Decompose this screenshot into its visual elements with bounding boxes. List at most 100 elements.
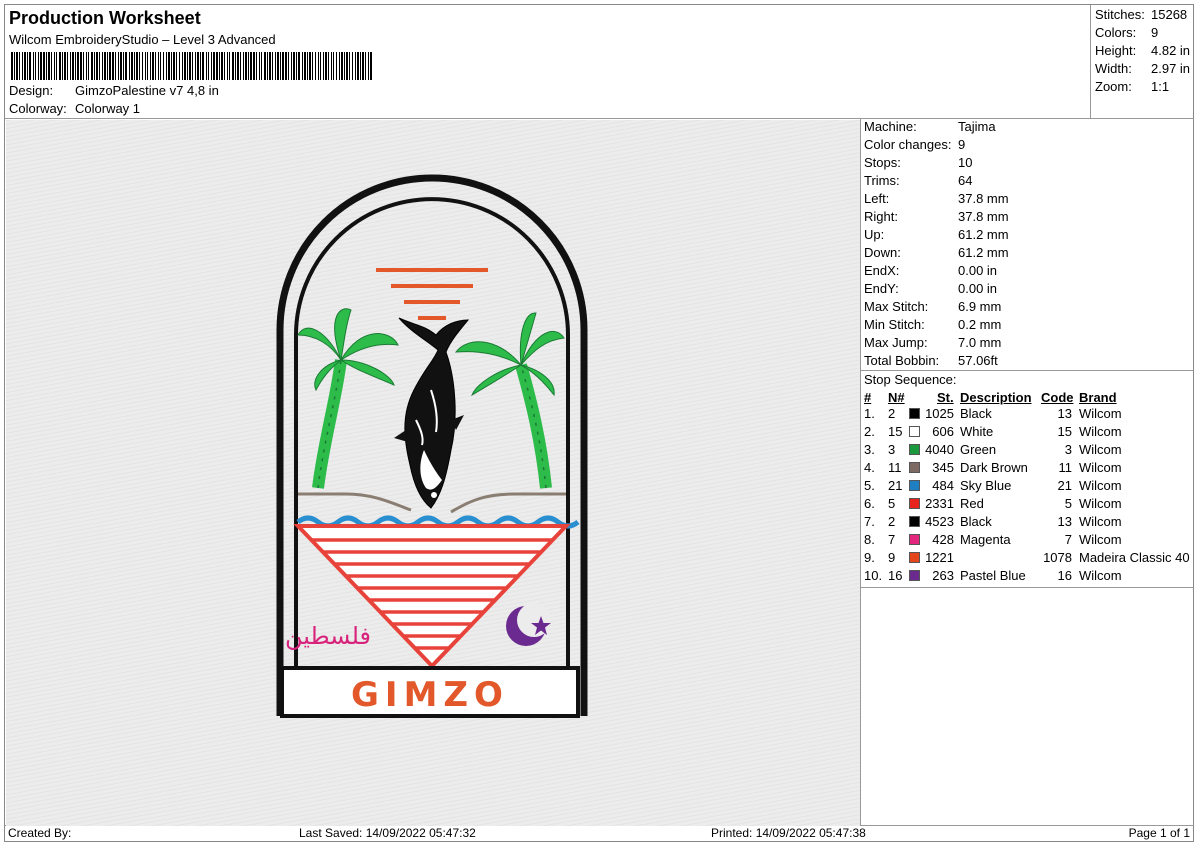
- zoom-label: Zoom:: [1095, 79, 1132, 94]
- machine-row: Stops: 10: [864, 155, 972, 170]
- machine-label: Max Jump:: [864, 335, 928, 350]
- sequence-row: 5. 21 484 Sky Blue 21 Wilcom: [0, 478, 1200, 496]
- machine-label: Left:: [864, 191, 890, 206]
- machine-row: Max Stitch: 6.9 mm: [864, 299, 1001, 314]
- machine-row: Total Bobbin: 57.06ft: [864, 353, 998, 368]
- color-swatch: [909, 480, 920, 491]
- machine-label: Trims:: [864, 173, 900, 188]
- worksheet-footer: Created By: Last Saved: 14/09/2022 05:47…: [5, 826, 1194, 842]
- machine-label: EndY:: [864, 281, 899, 296]
- colors-value: 9: [1151, 25, 1159, 40]
- machine-label: Stops:: [864, 155, 901, 170]
- stitches-row: Stitches: 15268: [1095, 7, 1187, 22]
- machine-label: Min Stitch:: [864, 317, 925, 332]
- machine-label: Down:: [864, 245, 901, 260]
- seq-stitches: 484: [932, 478, 954, 493]
- seq-code: 16: [1057, 568, 1072, 583]
- page-number: Page 1 of 1: [1128, 826, 1190, 840]
- width-label: Width:: [1095, 61, 1132, 76]
- width-value: 2.97 in: [1151, 61, 1191, 76]
- seq-code: 3: [1064, 442, 1072, 457]
- seq-brand: Wilcom: [1079, 406, 1122, 421]
- machine-value: 64: [958, 173, 973, 188]
- sun-lines: [376, 268, 488, 320]
- printed-date: Printed: 14/09/2022 05:47:38: [711, 826, 866, 840]
- color-swatch: [909, 462, 920, 473]
- seq-description: White: [960, 424, 994, 439]
- machine-label: EndX:: [864, 263, 900, 278]
- machine-divider: [860, 370, 1194, 371]
- seq-stitches: 4523: [925, 514, 954, 529]
- machine-row: Machine: Tajima: [864, 119, 996, 134]
- seq-needle: 3: [888, 442, 896, 457]
- seq-needle: 2: [888, 514, 896, 529]
- brand-text: GIMZO: [351, 675, 509, 715]
- seq-stitches: 2331: [925, 496, 954, 511]
- design-row: Design: GimzoPalestine v7 4,8 in: [9, 83, 219, 98]
- seq-brand: Wilcom: [1079, 460, 1122, 475]
- seq-brand: Wilcom: [1079, 514, 1122, 529]
- machine-row: Down: 61.2 mm: [864, 245, 1009, 260]
- machine-value: 57.06ft: [958, 353, 998, 368]
- machine-value: 61.2 mm: [958, 227, 1009, 242]
- worksheet-header: Production Worksheet Wilcom EmbroiderySt…: [5, 5, 1090, 118]
- seq-code: 11: [1058, 460, 1073, 475]
- machine-value: 9: [958, 137, 966, 152]
- seq-code: 1078: [1043, 550, 1072, 565]
- machine-value: 37.8 mm: [958, 191, 1009, 206]
- machine-row: EndX: 0.00 in: [864, 263, 997, 278]
- arabic-text: فلسطين: [285, 622, 371, 650]
- stitches-label: Stitches:: [1095, 7, 1145, 22]
- seq-brand: Wilcom: [1079, 442, 1122, 457]
- barcode: [11, 52, 373, 80]
- machine-row: Right: 37.8 mm: [864, 209, 1009, 224]
- colorway-row: Colorway: Colorway 1: [9, 101, 140, 116]
- machine-label: Up:: [864, 227, 885, 242]
- seq-brand: Madeira Classic 40: [1079, 550, 1190, 565]
- software-subtitle: Wilcom EmbroideryStudio – Level 3 Advanc…: [9, 32, 276, 47]
- seq-needle: 7: [888, 532, 896, 547]
- design-value: GimzoPalestine v7 4,8 in: [75, 83, 219, 98]
- seq-code: 15: [1057, 424, 1072, 439]
- sequence-row: 2. 15 606 White 15 Wilcom: [0, 424, 1200, 442]
- machine-value: 61.2 mm: [958, 245, 1009, 260]
- seq-index: 1.: [864, 406, 875, 421]
- stats-panel: Stitches: 15268 Colors: 9 Height: 4.82 in W…: [1090, 5, 1195, 118]
- seq-index: 4.: [864, 460, 875, 475]
- seq-needle: 5: [888, 496, 896, 511]
- col-brand-header: Brand: [1079, 390, 1117, 405]
- machine-value: 37.8 mm: [958, 209, 1009, 224]
- crescent-star-icon: [506, 603, 551, 646]
- color-swatch: [909, 516, 920, 527]
- height-row: Height: 4.82 in: [1095, 43, 1190, 58]
- seq-description: Green: [960, 442, 997, 457]
- seq-needle: 2: [888, 406, 896, 421]
- barcode-bar: [372, 52, 373, 80]
- height-value: 4.82 in: [1151, 43, 1191, 58]
- col-n-header: N#: [888, 390, 905, 405]
- seq-brand: Wilcom: [1079, 496, 1122, 511]
- seq-stitches: 1221: [925, 550, 954, 565]
- colorway-value: Colorway 1: [75, 101, 141, 116]
- seq-stitches: 428: [932, 532, 954, 547]
- sequence-row: 3. 3 4040 Green 3 Wilcom: [0, 442, 1200, 460]
- sequence-row: 7. 2 4523 Black 13 Wilcom: [0, 514, 1200, 532]
- seq-stitches: 263: [932, 568, 954, 583]
- seq-description: Red: [960, 496, 984, 511]
- color-swatch: [909, 570, 920, 581]
- col-st-header: St.: [937, 390, 954, 405]
- seq-index: 2.: [864, 424, 875, 439]
- seq-needle: 15: [888, 424, 903, 439]
- col-num-header: #: [864, 390, 872, 405]
- seq-brand: Wilcom: [1079, 568, 1122, 583]
- machine-value: 6.9 mm: [958, 299, 1002, 314]
- machine-label: Color changes:: [864, 137, 952, 152]
- machine-label: Max Stitch:: [864, 299, 929, 314]
- seq-needle: 11: [888, 460, 902, 475]
- col-code-header: Code: [1041, 390, 1074, 405]
- seq-code: 7: [1064, 532, 1072, 547]
- seq-index: 7.: [864, 514, 875, 529]
- machine-value: 0.2 mm: [958, 317, 1002, 332]
- machine-label: Right:: [864, 209, 898, 224]
- seq-index: 10.: [864, 568, 883, 583]
